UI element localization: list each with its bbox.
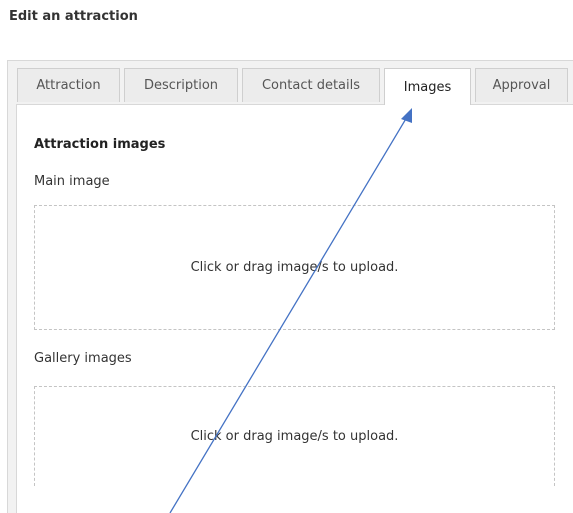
section-heading: Attraction images [34, 137, 166, 152]
tab-contact-details[interactable]: Contact details [242, 68, 380, 102]
dropzone-text: Click or drag image/s to upload. [190, 429, 399, 444]
tab-label: Images [403, 79, 452, 95]
tab-label: Contact details [261, 78, 361, 93]
tab-images[interactable]: Images [384, 68, 471, 105]
tab-description[interactable]: Description [124, 68, 238, 102]
tab-approval[interactable]: Approval [475, 68, 568, 102]
tab-label: Approval [492, 78, 551, 93]
page: Edit an attraction Attraction Descriptio… [0, 0, 573, 513]
tab-label: Attraction [36, 78, 101, 93]
tab-attraction[interactable]: Attraction [17, 68, 120, 102]
main-image-dropzone[interactable]: Click or drag image/s to upload. [34, 205, 555, 330]
dropzone-text: Click or drag image/s to upload. [190, 260, 399, 275]
gallery-images-dropzone[interactable]: Click or drag image/s to upload. [34, 386, 555, 486]
gallery-images-label: Gallery images [34, 351, 132, 366]
tab-label: Description [143, 78, 219, 93]
main-image-label: Main image [34, 174, 110, 189]
page-title: Edit an attraction [9, 9, 138, 24]
